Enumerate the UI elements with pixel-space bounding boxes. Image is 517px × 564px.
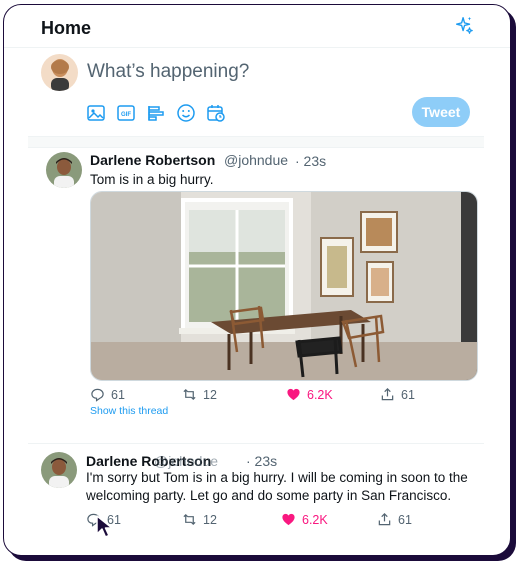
- reply-button[interactable]: 61: [90, 387, 125, 402]
- avatar[interactable]: [41, 452, 77, 488]
- tweet-author-handle[interactable]: @johndue: [154, 453, 218, 469]
- show-thread-link[interactable]: Show this thread: [90, 405, 168, 417]
- image-icon[interactable]: [86, 103, 106, 123]
- retweet-icon: [183, 388, 196, 401]
- retweet-count: 12: [203, 387, 217, 402]
- tweet-actions: 61 12 6.2K 61: [86, 512, 466, 530]
- compose-input[interactable]: What’s happening?: [87, 61, 249, 83]
- reply-count: 61: [111, 387, 125, 402]
- avatar[interactable]: [41, 54, 78, 91]
- tweet-button[interactable]: Tweet: [412, 97, 470, 127]
- mouse-cursor-icon: [96, 515, 113, 538]
- retweet-button[interactable]: 12: [182, 512, 217, 527]
- share-icon: [378, 513, 391, 526]
- like-count: 6.2K: [302, 512, 328, 527]
- tweet-timestamp[interactable]: · 23s: [295, 153, 326, 169]
- sparkle-icon[interactable]: [453, 15, 475, 37]
- reply-icon: [91, 388, 104, 402]
- tweet-author-name[interactable]: Darlene Robertson: [90, 152, 215, 168]
- page-title: Home: [41, 18, 92, 38]
- tweet-text-line: I'm sorry but Tom is in a big hurry. I w…: [86, 470, 468, 485]
- gif-icon[interactable]: GIF: [116, 103, 136, 123]
- heart-icon: [282, 513, 295, 526]
- schedule-icon[interactable]: [206, 103, 226, 123]
- section-divider: [28, 136, 484, 148]
- tweet-divider: [28, 443, 484, 444]
- tweet-text: Tom is in a big hurry.: [90, 172, 214, 187]
- retweet-count: 12: [203, 512, 217, 527]
- like-count: 6.2K: [307, 387, 333, 402]
- svg-text:GIF: GIF: [121, 112, 131, 118]
- share-button[interactable]: 61: [377, 512, 412, 527]
- share-icon: [381, 388, 394, 401]
- tweet-author-handle[interactable]: @johndue: [224, 152, 288, 168]
- like-button[interactable]: 6.2K: [281, 512, 328, 527]
- poll-icon[interactable]: [146, 103, 166, 123]
- tweet-text: I'm sorry but Tom is in a big hurry. I w…: [86, 469, 486, 505]
- tweet-text-line: welcoming party. Let go and do some part…: [86, 488, 452, 503]
- avatar[interactable]: [46, 152, 82, 188]
- heart-icon: [287, 388, 300, 401]
- share-count: 61: [401, 387, 415, 402]
- home-timeline-card: Home What’s happening? GIF Tweet Darlene…: [3, 4, 511, 556]
- timeline-header: Home: [4, 5, 510, 48]
- tweet-photo[interactable]: [90, 191, 478, 381]
- share-count: 61: [398, 512, 412, 527]
- tweet-composer: What’s happening? GIF Tweet: [4, 47, 510, 135]
- tweet-timestamp[interactable]: · 23s: [246, 453, 277, 469]
- like-button[interactable]: 6.2K: [286, 387, 333, 402]
- emoji-icon[interactable]: [176, 103, 196, 123]
- retweet-icon: [183, 513, 196, 526]
- app-frame: Home What’s happening? GIF Tweet Darlene…: [0, 0, 517, 564]
- tweet-actions: 61 12 6.2K 61: [90, 387, 470, 405]
- retweet-button[interactable]: 12: [182, 387, 217, 402]
- share-button[interactable]: 61: [380, 387, 415, 402]
